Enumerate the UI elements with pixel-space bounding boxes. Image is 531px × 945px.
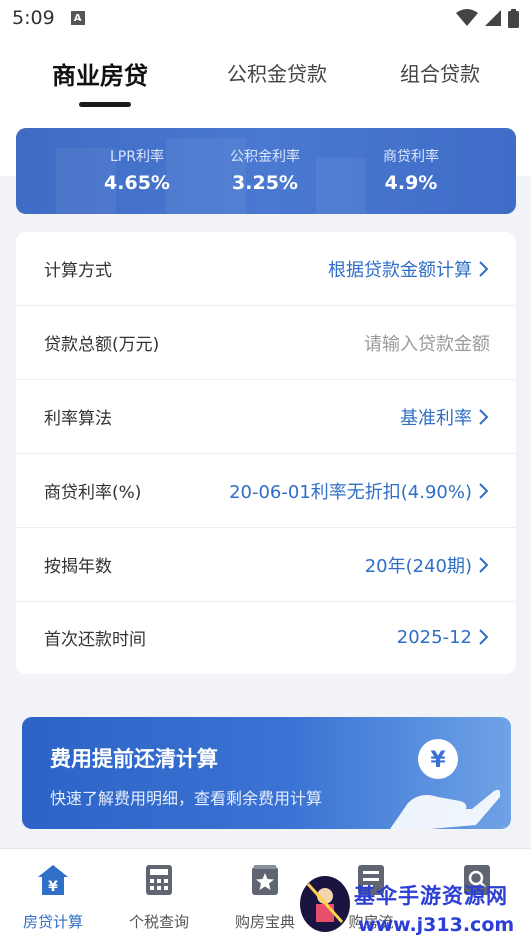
mortgage-years-row[interactable]: 按揭年数 20年(240期) bbox=[16, 528, 516, 602]
chevron-right-icon bbox=[479, 556, 489, 573]
commercial-rate-field-label: 商贷利率(%) bbox=[44, 483, 142, 503]
first-payment-text: 2025-12 bbox=[396, 626, 472, 648]
calculator-icon bbox=[146, 865, 172, 895]
mortgage-years-label: 按揭年数 bbox=[44, 557, 112, 577]
chevron-right-icon bbox=[479, 629, 489, 645]
first-payment-label: 首次还款时间 bbox=[44, 629, 146, 650]
nav-tax-query[interactable]: 个税查询 bbox=[106, 863, 212, 932]
lpr-rate-value: 4.65% bbox=[104, 172, 170, 194]
rate-method-text: 基准利率 bbox=[400, 407, 472, 429]
chevron-right-icon bbox=[479, 260, 489, 277]
mortgage-years-text: 20年(240期) bbox=[364, 555, 472, 577]
mortgage-years-value[interactable]: 20年(240期) bbox=[365, 552, 490, 578]
house-yen-icon: ¥ bbox=[38, 865, 68, 895]
commercial-rate-row[interactable]: 商贷利率(%) 20-06-01利率无折扣(4.90%) bbox=[16, 454, 516, 528]
lpr-rate: LPR利率 4.65% bbox=[72, 146, 202, 194]
first-payment-row[interactable]: 首次还款时间 2025-12 bbox=[16, 600, 516, 674]
status-bar: 5:09 A bbox=[0, 0, 531, 36]
provident-fund-rate-label: 公积金利率 bbox=[230, 149, 300, 165]
provident-fund-rate-value: 3.25% bbox=[232, 172, 298, 194]
calc-method-row[interactable]: 计算方式 根据贷款金额计算 bbox=[16, 232, 516, 306]
loan-amount-input[interactable]: 请输入贷款金额 bbox=[364, 330, 490, 356]
calc-method-label: 计算方式 bbox=[44, 261, 112, 281]
star-book-icon bbox=[252, 865, 278, 895]
tab-commercial-loan[interactable]: 商业房贷 bbox=[52, 56, 148, 91]
tab-provident-fund-loan[interactable]: 公积金贷款 bbox=[227, 58, 327, 87]
calc-method-value[interactable]: 根据贷款金额计算 bbox=[328, 256, 490, 282]
early-payoff-banner[interactable]: 费用提前还清计算 快速了解费用明细，查看剩余费用计算 ¥ bbox=[22, 717, 511, 829]
site-watermark: 基伞手游资源网 www.j313.com bbox=[296, 874, 531, 945]
tab-combined-loan[interactable]: 组合贷款 bbox=[400, 58, 480, 87]
loan-form: 计算方式 根据贷款金额计算 贷款总额(万元) 请输入贷款金额 利率算法 基准利率… bbox=[16, 232, 516, 674]
yen-hand-icon: ¥ bbox=[390, 739, 500, 829]
chevron-right-icon bbox=[479, 482, 489, 499]
first-payment-value[interactable]: 2025-12 bbox=[397, 627, 490, 648]
calc-method-text: 根据贷款金额计算 bbox=[328, 259, 472, 281]
notification-badge: A bbox=[70, 11, 85, 25]
commercial-rate: 商贷利率 4.9% bbox=[346, 146, 476, 194]
loan-amount-row: 贷款总额(万元) 请输入贷款金额 bbox=[16, 306, 516, 380]
watermark-title: 基伞手游资源网 bbox=[354, 884, 508, 908]
chevron-right-icon bbox=[479, 408, 489, 425]
commercial-rate-text: 20-06-01利率无折扣(4.90%) bbox=[229, 481, 472, 503]
svg-text:¥: ¥ bbox=[48, 879, 58, 895]
lpr-rate-label: LPR利率 bbox=[110, 149, 164, 165]
promo-subtitle: 快速了解费用明细，查看剩余费用计算 bbox=[50, 789, 323, 808]
promo-title: 费用提前还清计算 bbox=[50, 747, 218, 771]
nav-label: 房贷计算 bbox=[22, 913, 83, 931]
commercial-rate-label: 商贷利率 bbox=[383, 149, 439, 165]
ninja-logo-icon bbox=[300, 876, 350, 932]
status-time: 5:09 bbox=[12, 7, 55, 29]
rate-method-row[interactable]: 利率算法 基准利率 bbox=[16, 380, 516, 454]
nav-mortgage-calc[interactable]: ¥ 房贷计算 bbox=[0, 863, 106, 932]
commercial-rate-field-value[interactable]: 20-06-01利率无折扣(4.90%) bbox=[229, 478, 490, 504]
signal-icon bbox=[485, 10, 501, 26]
commercial-rate-value: 4.9% bbox=[384, 172, 438, 194]
provident-fund-rate: 公积金利率 3.25% bbox=[200, 146, 330, 194]
svg-text:¥: ¥ bbox=[430, 748, 446, 773]
active-tab-indicator bbox=[79, 102, 131, 107]
battery-icon bbox=[508, 8, 519, 28]
watermark-url: www.j313.com bbox=[358, 914, 515, 936]
loan-type-tabs: 商业房贷 公积金贷款 组合贷款 bbox=[0, 36, 531, 116]
loan-amount-label: 贷款总额(万元) bbox=[44, 335, 160, 355]
rate-method-value[interactable]: 基准利率 bbox=[400, 404, 490, 430]
rate-method-label: 利率算法 bbox=[44, 409, 112, 429]
nav-label: 个税查询 bbox=[128, 913, 189, 931]
rate-banner: LPR利率 4.65% 公积金利率 3.25% 商贷利率 4.9% bbox=[16, 128, 516, 214]
wifi-icon bbox=[456, 9, 478, 26]
